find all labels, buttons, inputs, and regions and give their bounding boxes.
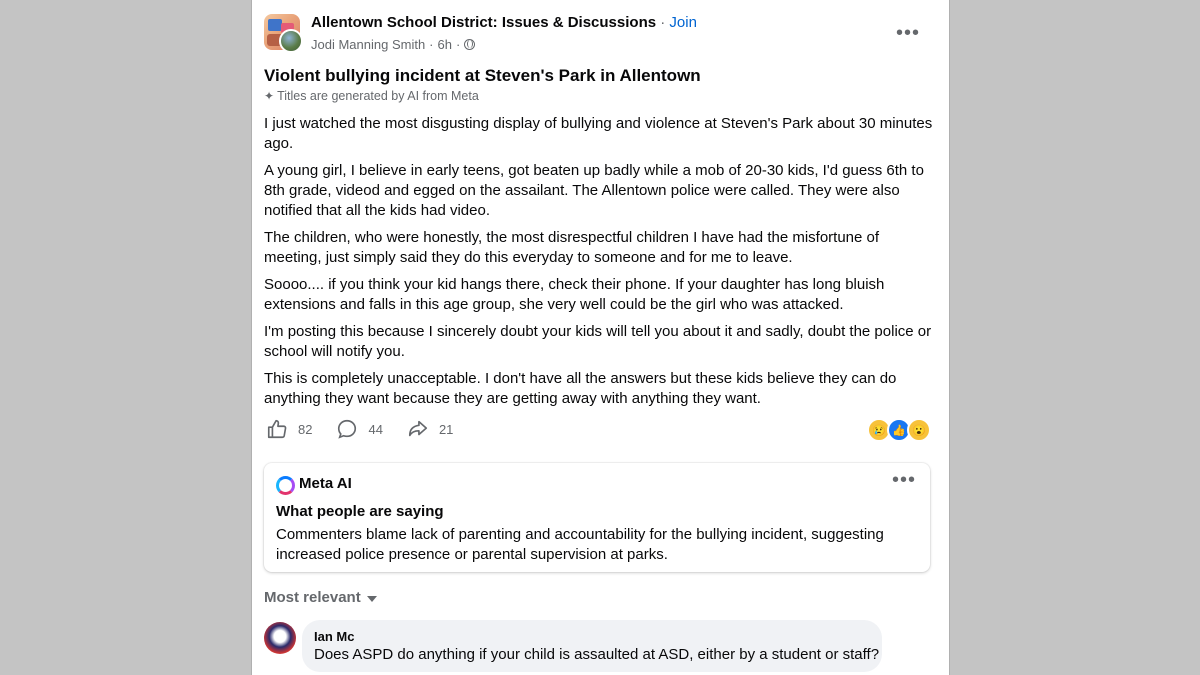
share-count: 21 bbox=[438, 421, 454, 437]
comment-sort-label: Most relevant bbox=[264, 589, 361, 606]
wow-reaction-icon: 😮 bbox=[907, 418, 931, 442]
comment-icon bbox=[338, 419, 357, 439]
post-card: Allentown School District: Issues & Disc… bbox=[251, 0, 950, 675]
post-paragraph: I'm posting this because I sincerely dou… bbox=[264, 323, 932, 360]
meta-dot: · bbox=[429, 37, 434, 52]
meta-ai-heading: What people are saying bbox=[276, 503, 444, 520]
post-paragraph: The children, who were honestly, the mos… bbox=[264, 229, 880, 266]
caret-down-icon bbox=[366, 596, 377, 602]
meta-ai-more-icon[interactable]: ••• bbox=[892, 470, 916, 490]
group-name-line: Allentown School District: Issues & Disc… bbox=[311, 14, 697, 31]
comment-bubble: Ian Mc Does ASPD do anything if your chi… bbox=[302, 620, 882, 672]
sparkle-icon: ✦ bbox=[264, 89, 275, 103]
like-count: 82 bbox=[298, 421, 313, 437]
comment-text: Does ASPD do anything if your child is a… bbox=[314, 646, 880, 663]
meta-dot-2: · bbox=[455, 37, 461, 52]
commenter-name[interactable]: Ian Mc bbox=[314, 629, 354, 644]
reactions-summary[interactable]: 😢 👍 😮 bbox=[867, 418, 931, 442]
share-icon bbox=[408, 420, 428, 437]
post-body: I just watched the most disgusting displ… bbox=[264, 114, 936, 416]
post-paragraph: Soooo.... if you think your kid hangs th… bbox=[264, 276, 885, 313]
comment-count: 44 bbox=[368, 421, 383, 437]
post-time[interactable]: 6h bbox=[438, 37, 452, 52]
post-paragraph: I just watched the most disgusting displ… bbox=[264, 115, 933, 152]
meta-ai-logo-icon bbox=[276, 476, 295, 495]
post-title: Violent bullying incident at Steven's Pa… bbox=[264, 66, 701, 85]
author-avatar[interactable] bbox=[279, 29, 303, 53]
more-options-icon[interactable]: ••• bbox=[896, 23, 920, 43]
author-name[interactable]: Jodi Manning Smith bbox=[311, 37, 425, 52]
like-button[interactable]: 82 bbox=[266, 418, 312, 440]
commenter-avatar[interactable] bbox=[264, 622, 296, 654]
ai-title-note-text: Titles are generated by AI from Meta bbox=[277, 89, 479, 103]
meta-ai-summary: Commenters blame lack of parenting and a… bbox=[276, 526, 884, 563]
globe-icon bbox=[464, 39, 476, 50]
post-paragraph: This is completely unacceptable. I don't… bbox=[264, 370, 897, 407]
thumbs-up-icon bbox=[267, 419, 287, 439]
group-name[interactable]: Allentown School District: Issues & Disc… bbox=[311, 14, 656, 31]
comment-button[interactable]: 44 bbox=[336, 418, 383, 440]
post-meta: Jodi Manning Smith · 6h · bbox=[311, 37, 476, 52]
comment-sort-dropdown[interactable]: Most relevant bbox=[264, 589, 377, 606]
meta-ai-summary-card: Meta AI ••• What people are saying Comme… bbox=[264, 463, 930, 572]
share-button[interactable]: 21 bbox=[407, 418, 453, 440]
ai-title-note: ✦ Titles are generated by AI from Meta bbox=[264, 89, 479, 103]
separator: · bbox=[656, 14, 670, 31]
post-actions: 82 44 21 😢 👍 😮 bbox=[266, 418, 931, 442]
join-link[interactable]: Join bbox=[669, 14, 697, 31]
meta-ai-label: Meta AI bbox=[299, 475, 352, 492]
post-header: Allentown School District: Issues & Disc… bbox=[264, 14, 934, 54]
post-paragraph: A young girl, I believe in early teens, … bbox=[264, 162, 924, 219]
